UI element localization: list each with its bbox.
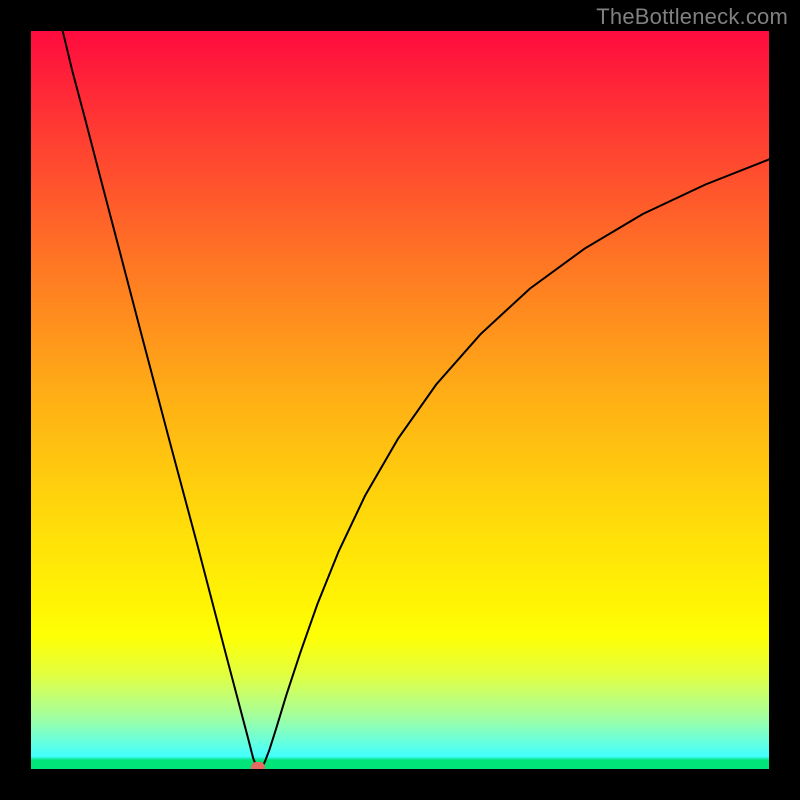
chart-frame: TheBottleneck.com: [0, 0, 800, 800]
plot-area: [31, 31, 769, 769]
watermark-text: TheBottleneck.com: [596, 4, 788, 30]
curve-left: [63, 31, 257, 766]
curve-layer: [31, 31, 769, 769]
minimum-marker: [251, 762, 265, 769]
curve-right: [263, 159, 769, 766]
